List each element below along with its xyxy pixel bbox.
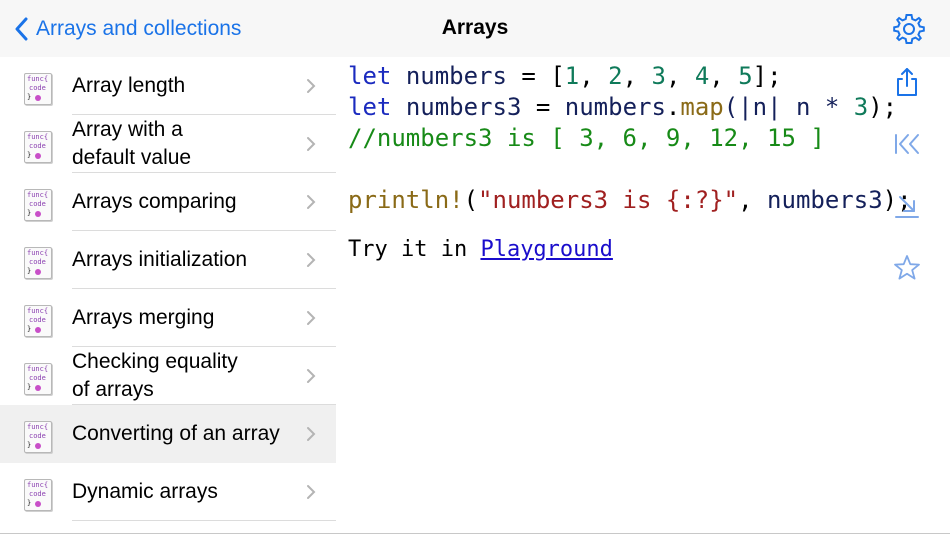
back-button[interactable]: Arrays and collections xyxy=(14,14,241,44)
sidebar: func{code} Array length func{code} Array… xyxy=(0,57,336,534)
list-item-label: Arrays initialization xyxy=(72,248,248,271)
code-view: let numbers = [1, 2, 3, 4, 5]; let number… xyxy=(336,57,950,534)
code-line-4: println!("numbers3 is {:?}", numbers3); xyxy=(348,186,912,214)
list-item-label: Arrays merging xyxy=(72,306,215,329)
chevron-right-icon xyxy=(307,253,316,267)
skip-to-start-icon[interactable] xyxy=(892,129,922,159)
list-item-arrays-initialization[interactable]: func{code} Arrays initialization xyxy=(0,231,336,289)
list-item-label: Array with a default value xyxy=(72,118,192,169)
list-item-checking-equality[interactable]: func{code} Checking equality of arrays xyxy=(0,347,336,405)
list-item-converting-array[interactable]: func{code} Converting of an array xyxy=(0,405,336,463)
list-item-label: Array length xyxy=(72,74,186,97)
list-item-array-length[interactable]: func{code} Array length xyxy=(0,57,336,115)
share-icon[interactable] xyxy=(892,67,922,97)
list-item-arrays-comparing[interactable]: func{code} Arrays comparing xyxy=(0,173,336,231)
code-icon: func{code} xyxy=(24,189,52,221)
download-icon[interactable] xyxy=(892,191,922,221)
playground-link[interactable]: Playground xyxy=(480,237,612,262)
code-block: let numbers = [1, 2, 3, 4, 5]; let number… xyxy=(348,61,912,216)
navigation-bar: Arrays and collections Arrays xyxy=(0,0,950,57)
list-item-array-default-value[interactable]: func{code} Array with a default value xyxy=(0,115,336,173)
list-item-label: Dynamic arrays xyxy=(72,480,218,503)
chevron-right-icon xyxy=(307,485,316,499)
separator xyxy=(72,520,336,521)
code-icon: func{code} xyxy=(24,363,52,395)
code-line-2: let numbers3 = numbers.map(|n| n * 3); xyxy=(348,93,898,121)
chevron-right-icon xyxy=(307,427,316,441)
code-icon: func{code} xyxy=(24,73,52,105)
list-item-label: Arrays comparing xyxy=(72,190,237,213)
code-icon: func{code} xyxy=(24,421,52,453)
list-item-arrays-merging[interactable]: func{code} Arrays merging xyxy=(0,289,336,347)
code-icon: func{code} xyxy=(24,479,52,511)
list-item-dynamic-arrays[interactable]: func{code} Dynamic arrays xyxy=(0,463,336,521)
try-prefix: Try it in xyxy=(348,237,481,262)
star-icon[interactable] xyxy=(892,253,922,283)
gear-icon[interactable] xyxy=(892,12,926,46)
code-icon: func{code} xyxy=(24,247,52,279)
chevron-right-icon xyxy=(307,311,316,325)
chevron-right-icon xyxy=(307,79,316,93)
code-line-1: let numbers = [1, 2, 3, 4, 5]; xyxy=(348,62,782,90)
list-item-label: Converting of an array xyxy=(72,422,280,445)
chevron-right-icon xyxy=(307,137,316,151)
chevron-left-icon xyxy=(15,17,28,41)
code-icon: func{code} xyxy=(24,131,52,163)
chevron-right-icon xyxy=(307,369,316,383)
code-line-3: //numbers3 is [ 3, 6, 9, 12, 15 ] xyxy=(348,124,825,152)
back-label: Arrays and collections xyxy=(36,17,242,40)
chevron-right-icon xyxy=(307,195,316,209)
try-it-text: Try it in Playground xyxy=(348,237,613,262)
list-item-label: Checking equality of arrays xyxy=(72,350,238,401)
code-icon: func{code} xyxy=(24,305,52,337)
